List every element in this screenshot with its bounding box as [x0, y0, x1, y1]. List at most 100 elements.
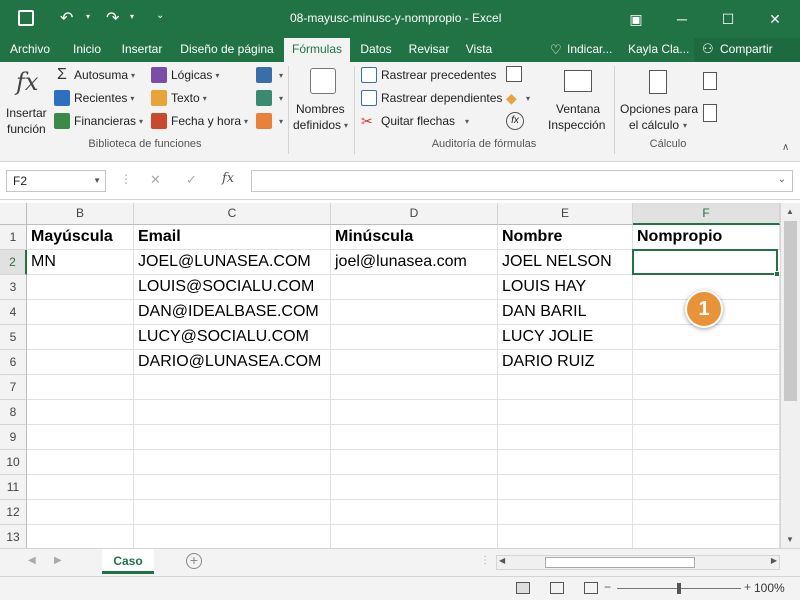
tab-formulas[interactable]: Fórmulas: [284, 38, 350, 62]
empty-cell[interactable]: [498, 425, 633, 450]
column-header-b[interactable]: B: [27, 203, 134, 225]
cell-d4[interactable]: [331, 300, 498, 325]
empty-cell[interactable]: [331, 500, 498, 525]
financial-button[interactable]: Financieras ▾: [54, 113, 143, 129]
normal-view-icon[interactable]: [516, 582, 530, 594]
calc-now-icon[interactable]: [703, 72, 717, 90]
cell-f1[interactable]: Nompropio: [633, 225, 780, 250]
autosum-button[interactable]: Σ Autosuma ▾: [54, 67, 135, 83]
cell-c3[interactable]: LOUIS@SOCIALU.COM: [134, 275, 331, 300]
empty-cell[interactable]: [331, 425, 498, 450]
scroll-thumb[interactable]: [784, 221, 797, 401]
watch-window-button[interactable]: Ventana Inspección: [544, 66, 610, 136]
next-sheet-icon[interactable]: ▶: [54, 555, 62, 566]
save-icon[interactable]: [18, 10, 34, 26]
row-header[interactable]: 9: [0, 425, 27, 450]
undo-dropdown-icon[interactable]: ▾: [86, 12, 90, 21]
cell-c6[interactable]: DARIO@LUNASEA.COM: [134, 350, 331, 375]
empty-cell[interactable]: [498, 400, 633, 425]
calc-options-button[interactable]: Opciones para el cálculo ▾: [617, 66, 699, 136]
more-functions-button[interactable]: ▾: [256, 113, 283, 129]
empty-cell[interactable]: [331, 475, 498, 500]
redo-icon[interactable]: ↷: [106, 8, 119, 28]
lookup-button[interactable]: ▾: [256, 67, 283, 83]
cell-c4[interactable]: DAN@IDEALBASE.COM: [134, 300, 331, 325]
cell-e4[interactable]: DAN BARIL: [498, 300, 633, 325]
cell-e3[interactable]: LOUIS HAY: [498, 275, 633, 300]
logical-button[interactable]: Lógicas ▾: [151, 67, 219, 83]
cell-e2[interactable]: JOEL NELSON: [498, 250, 633, 275]
row-header[interactable]: 10: [0, 450, 27, 475]
empty-cell[interactable]: [331, 400, 498, 425]
cell-c1[interactable]: Email: [134, 225, 331, 250]
row-header[interactable]: 2: [0, 250, 27, 275]
zoom-out-icon[interactable]: −: [604, 580, 611, 594]
maximize-button[interactable]: ☐: [705, 0, 751, 38]
column-header-c[interactable]: C: [134, 203, 331, 225]
redo-dropdown-icon[interactable]: ▾: [130, 12, 134, 21]
cell-d1[interactable]: Minúscula: [331, 225, 498, 250]
ribbon-display-icon[interactable]: ▣: [613, 0, 659, 38]
split-handle-icon[interactable]: ⋮: [480, 555, 490, 566]
empty-cell[interactable]: [27, 475, 134, 500]
column-header-e[interactable]: E: [498, 203, 633, 225]
tab-insertar[interactable]: Insertar: [114, 38, 170, 62]
horizontal-scrollbar[interactable]: ◀ ▶: [496, 555, 780, 570]
math-button[interactable]: ▾: [256, 90, 283, 106]
column-header-f[interactable]: F: [633, 203, 780, 225]
empty-cell[interactable]: [27, 375, 134, 400]
empty-cell[interactable]: [331, 450, 498, 475]
empty-cell[interactable]: [27, 450, 134, 475]
empty-cell[interactable]: [27, 525, 134, 548]
empty-cell[interactable]: [134, 475, 331, 500]
evaluate-formula-icon[interactable]: fx: [506, 112, 524, 130]
cell-f6[interactable]: [633, 350, 780, 375]
text-button[interactable]: Texto ▾: [151, 90, 207, 106]
undo-icon[interactable]: ↶: [60, 8, 73, 28]
minimize-button[interactable]: ─: [659, 0, 705, 38]
empty-cell[interactable]: [633, 400, 780, 425]
name-box[interactable]: F2 ▼: [6, 170, 106, 192]
empty-cell[interactable]: [498, 375, 633, 400]
row-header[interactable]: 8: [0, 400, 27, 425]
recent-button[interactable]: Recientes ▾: [54, 90, 134, 106]
cell-e6[interactable]: DARIO RUIZ: [498, 350, 633, 375]
customize-toolbar-icon[interactable]: ⌄: [156, 10, 164, 21]
tab-diseno-pagina[interactable]: Diseño de página: [172, 38, 282, 62]
row-header[interactable]: 3: [0, 275, 27, 300]
empty-cell[interactable]: [27, 500, 134, 525]
empty-cell[interactable]: [633, 475, 780, 500]
cell-b6[interactable]: [27, 350, 134, 375]
prev-sheet-icon[interactable]: ◀: [28, 555, 36, 566]
tab-vista[interactable]: Vista: [458, 38, 500, 62]
formula-input[interactable]: ⌄: [251, 170, 793, 192]
empty-cell[interactable]: [633, 450, 780, 475]
cell-e5[interactable]: LUCY JOLIE: [498, 325, 633, 350]
empty-cell[interactable]: [498, 500, 633, 525]
error-check-dropdown-icon[interactable]: ▾: [526, 94, 530, 103]
empty-cell[interactable]: [633, 500, 780, 525]
trace-precedents-button[interactable]: Rastrear precedentes: [361, 67, 496, 83]
row-header[interactable]: 4: [0, 300, 27, 325]
cell-b1[interactable]: Mayúscula: [27, 225, 134, 250]
defined-names-button[interactable]: Nombres definidos ▾: [292, 66, 352, 136]
cell-d2[interactable]: joel@lunasea.com: [331, 250, 498, 275]
show-formulas-icon[interactable]: [506, 66, 522, 82]
zoom-in-icon[interactable]: +: [744, 580, 751, 594]
trace-dependents-button[interactable]: Rastrear dependientes: [361, 90, 502, 106]
scroll-up-icon[interactable]: ▲: [786, 207, 794, 216]
tab-revisar[interactable]: Revisar: [402, 38, 456, 62]
error-check-icon[interactable]: ◆: [506, 90, 517, 107]
cell-c5[interactable]: LUCY@SOCIALU.COM: [134, 325, 331, 350]
hscroll-thumb[interactable]: [545, 557, 695, 568]
close-button[interactable]: ✕: [752, 0, 798, 38]
cell-d3[interactable]: [331, 275, 498, 300]
row-header[interactable]: 1: [0, 225, 27, 250]
cell-d5[interactable]: [331, 325, 498, 350]
empty-cell[interactable]: [134, 425, 331, 450]
row-header[interactable]: 13: [0, 525, 27, 548]
add-sheet-icon[interactable]: +: [186, 553, 202, 569]
scroll-down-icon[interactable]: ▼: [786, 535, 794, 544]
cell-b3[interactable]: [27, 275, 134, 300]
cell-b4[interactable]: [27, 300, 134, 325]
